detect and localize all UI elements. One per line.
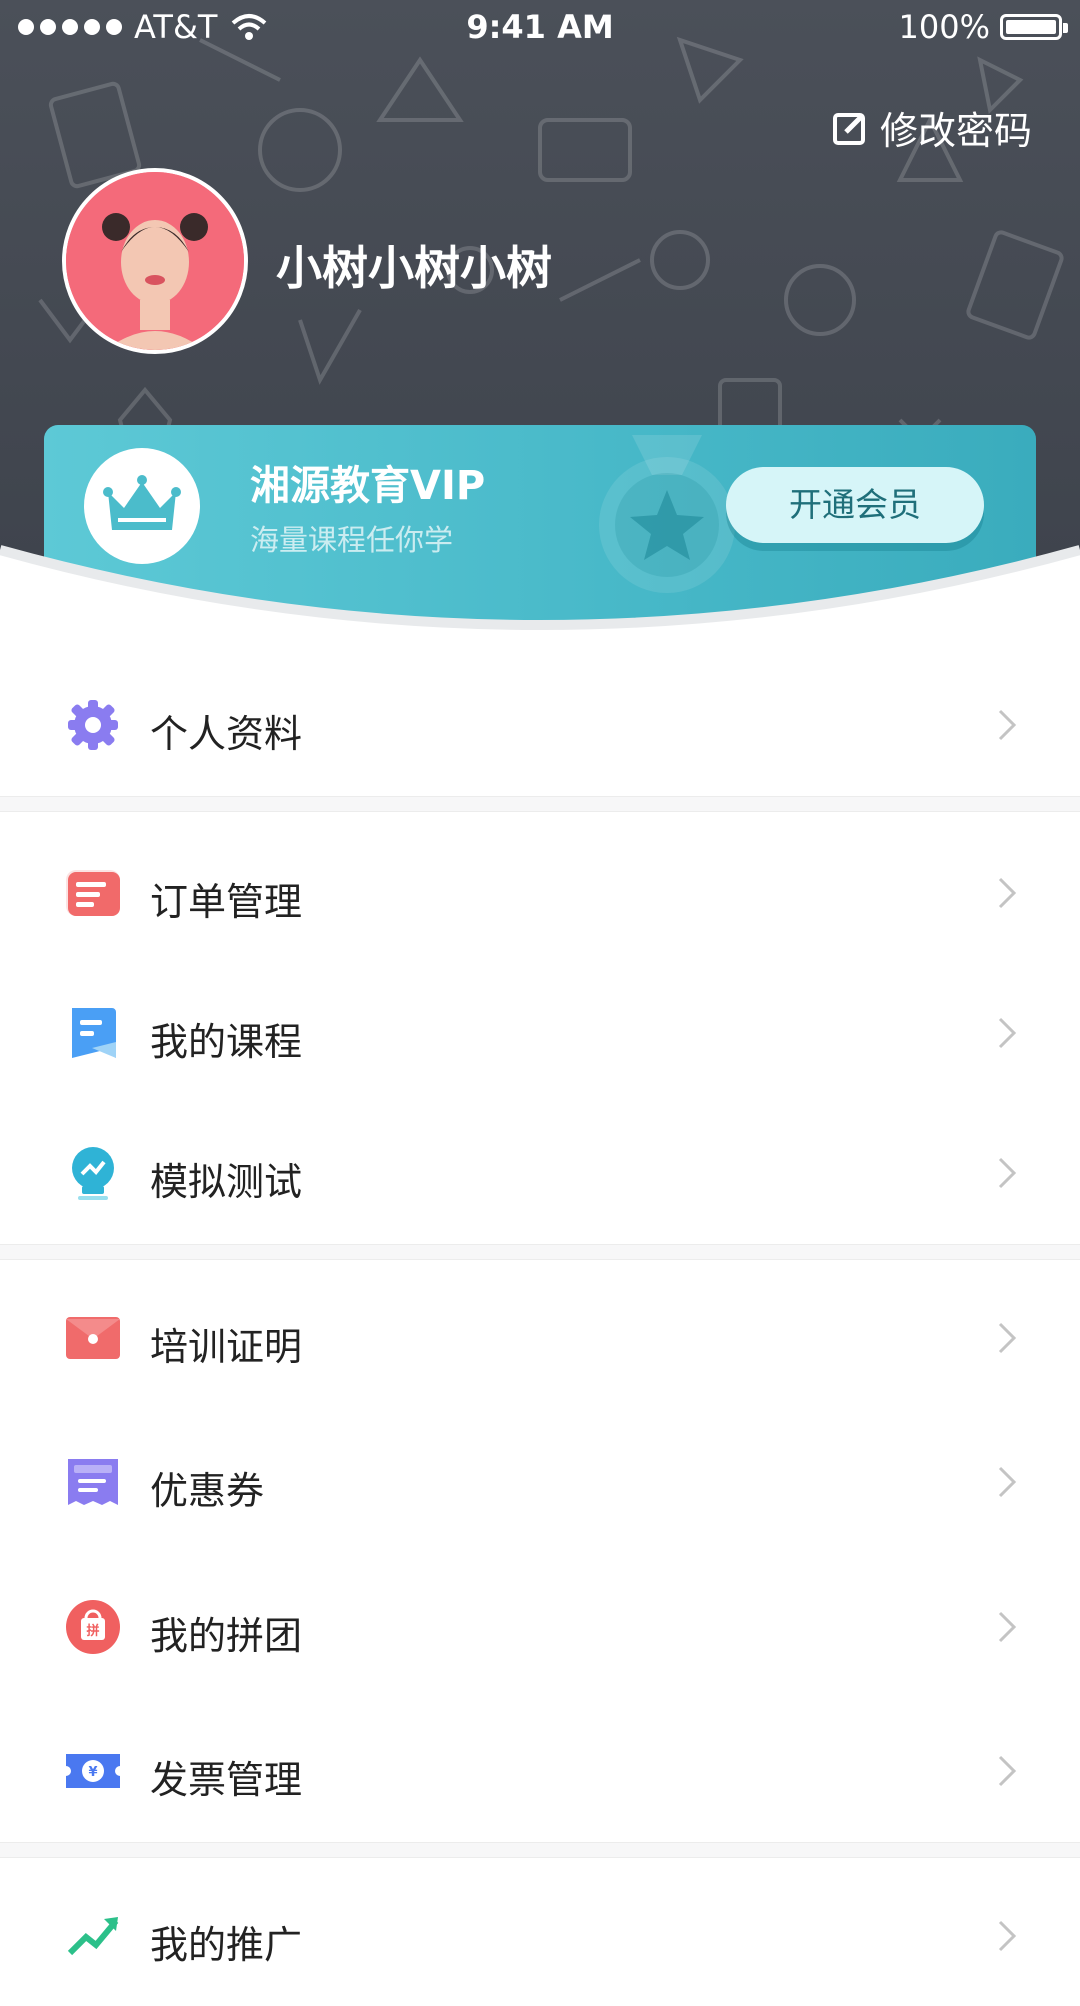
battery-percentage: 100% <box>898 8 990 46</box>
menu-item-my-promotion[interactable]: 我的推广 <box>0 1866 1080 2006</box>
chevron-right-icon <box>998 1017 1017 1049</box>
menu-item-label: 个人资料 <box>150 712 303 756</box>
menu-item-label: 我的推广 <box>150 1923 303 1967</box>
edit-icon <box>832 112 865 145</box>
vip-title: 湘源教育VIP <box>250 463 486 509</box>
certificate-icon <box>66 1317 120 1359</box>
group-separator <box>0 1244 1080 1260</box>
menu-item-label: 我的课程 <box>150 1020 303 1064</box>
coupon-icon <box>68 1459 118 1505</box>
menu-item-label: 发票管理 <box>150 1758 303 1802</box>
open-membership-button[interactable]: 开通会员 <box>726 467 984 543</box>
menu-item-label: 订单管理 <box>150 880 303 924</box>
chevron-right-icon <box>998 1157 1017 1189</box>
menu-item-orders[interactable]: 订单管理 <box>0 823 1080 963</box>
avatar-image <box>66 172 244 350</box>
edit-password-button[interactable]: 修改密码 <box>832 100 1032 155</box>
svg-text:拼: 拼 <box>86 1623 99 1639</box>
menu-item-label: 培训证明 <box>150 1325 303 1369</box>
menu-item-group-buy[interactable]: 拼 我的拼团 <box>0 1557 1080 1697</box>
chevron-right-icon <box>998 1920 1017 1952</box>
menu-item-mock-test[interactable]: 模拟测试 <box>0 1103 1080 1243</box>
status-bar-right: 100% <box>898 8 1068 46</box>
group-separator <box>0 796 1080 812</box>
menu-item-label: 我的拼团 <box>150 1614 303 1658</box>
promotion-icon <box>67 1917 119 1956</box>
chevron-right-icon <box>998 1322 1017 1354</box>
menu-item-label: 模拟测试 <box>150 1160 303 1204</box>
bulb-test-icon <box>72 1147 114 1200</box>
chevron-right-icon <box>998 709 1017 741</box>
chevron-right-icon <box>998 1466 1017 1498</box>
username: 小树小树小树 <box>276 241 552 295</box>
menu-item-label: 优惠券 <box>150 1469 265 1513</box>
invoice-icon: ¥ <box>66 1754 120 1788</box>
menu-item-invoices[interactable]: ¥ 发票管理 <box>0 1701 1080 1841</box>
chevron-right-icon <box>998 1755 1017 1787</box>
chevron-right-icon <box>998 877 1017 909</box>
status-bar: AT&T 9:41 AM 100% <box>0 0 1080 56</box>
chevron-right-icon <box>998 1611 1017 1643</box>
menu-item-training-certificate[interactable]: 培训证明 <box>0 1268 1080 1408</box>
header-curve <box>0 545 1080 660</box>
group-buy-icon: 拼 <box>66 1600 120 1654</box>
avatar[interactable] <box>62 168 248 354</box>
gear-icon <box>68 700 118 750</box>
menu-item-profile[interactable]: 个人资料 <box>0 655 1080 795</box>
menu-item-coupons[interactable]: 优惠券 <box>0 1412 1080 1552</box>
group-separator <box>0 1842 1080 1858</box>
edit-password-label: 修改密码 <box>879 109 1032 153</box>
menu-item-my-courses[interactable]: 我的课程 <box>0 963 1080 1103</box>
order-icon <box>66 870 120 916</box>
course-icon <box>72 1008 116 1058</box>
battery-icon <box>1000 14 1068 40</box>
svg-text:¥: ¥ <box>88 1765 97 1780</box>
